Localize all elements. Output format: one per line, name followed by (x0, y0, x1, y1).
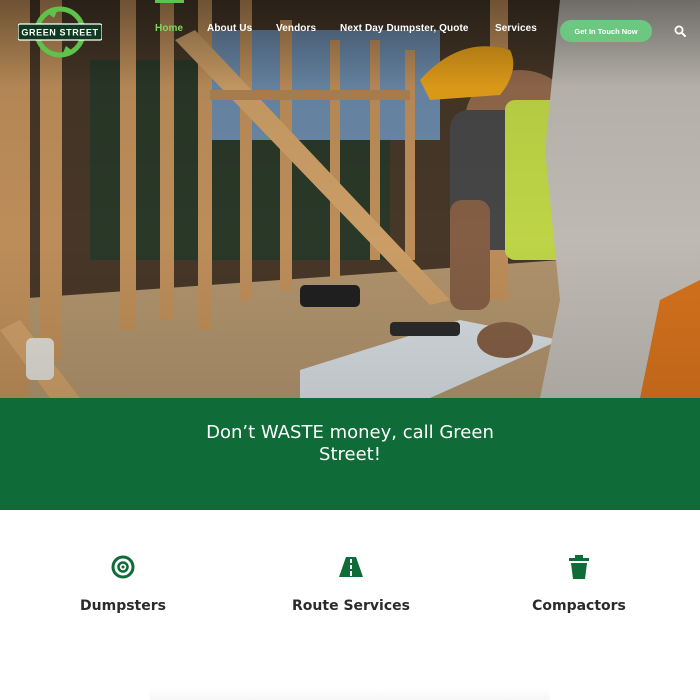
search-icon[interactable] (674, 25, 686, 37)
nav-services[interactable]: Services (495, 23, 537, 34)
tagline-banner: Don’t WASTE money, call Green Street! (0, 398, 700, 510)
service-dumpsters[interactable]: Dumpsters (23, 554, 223, 614)
logo-text: GREEN STREET (21, 28, 98, 38)
service-label-route-services: Route Services (292, 598, 410, 614)
nav-home[interactable]: Home (155, 23, 183, 34)
active-nav-indicator (155, 0, 184, 3)
service-compactors[interactable]: Compactors (479, 554, 679, 614)
nav-vendors[interactable]: Vendors (276, 23, 316, 34)
green-street-logo[interactable]: GREEN STREET (18, 4, 102, 60)
top-navigation: GREEN STREET Home About Us Vendors Next … (0, 0, 700, 62)
nav-about-us[interactable]: About Us (207, 23, 252, 34)
service-label-dumpsters: Dumpsters (80, 598, 166, 614)
target-icon (111, 555, 135, 579)
trash-icon (569, 555, 589, 579)
next-section-edge (150, 688, 550, 700)
nav-next-day-dumpster-quote[interactable]: Next Day Dumpster, Quote (340, 23, 469, 34)
service-route-services[interactable]: Route Services (251, 554, 451, 614)
get-in-touch-button[interactable]: Get In Touch Now (560, 20, 652, 42)
banner-tagline: Don’t WASTE money, call Green Street! (206, 422, 494, 465)
road-icon (339, 557, 363, 577)
service-label-compactors: Compactors (532, 598, 626, 614)
